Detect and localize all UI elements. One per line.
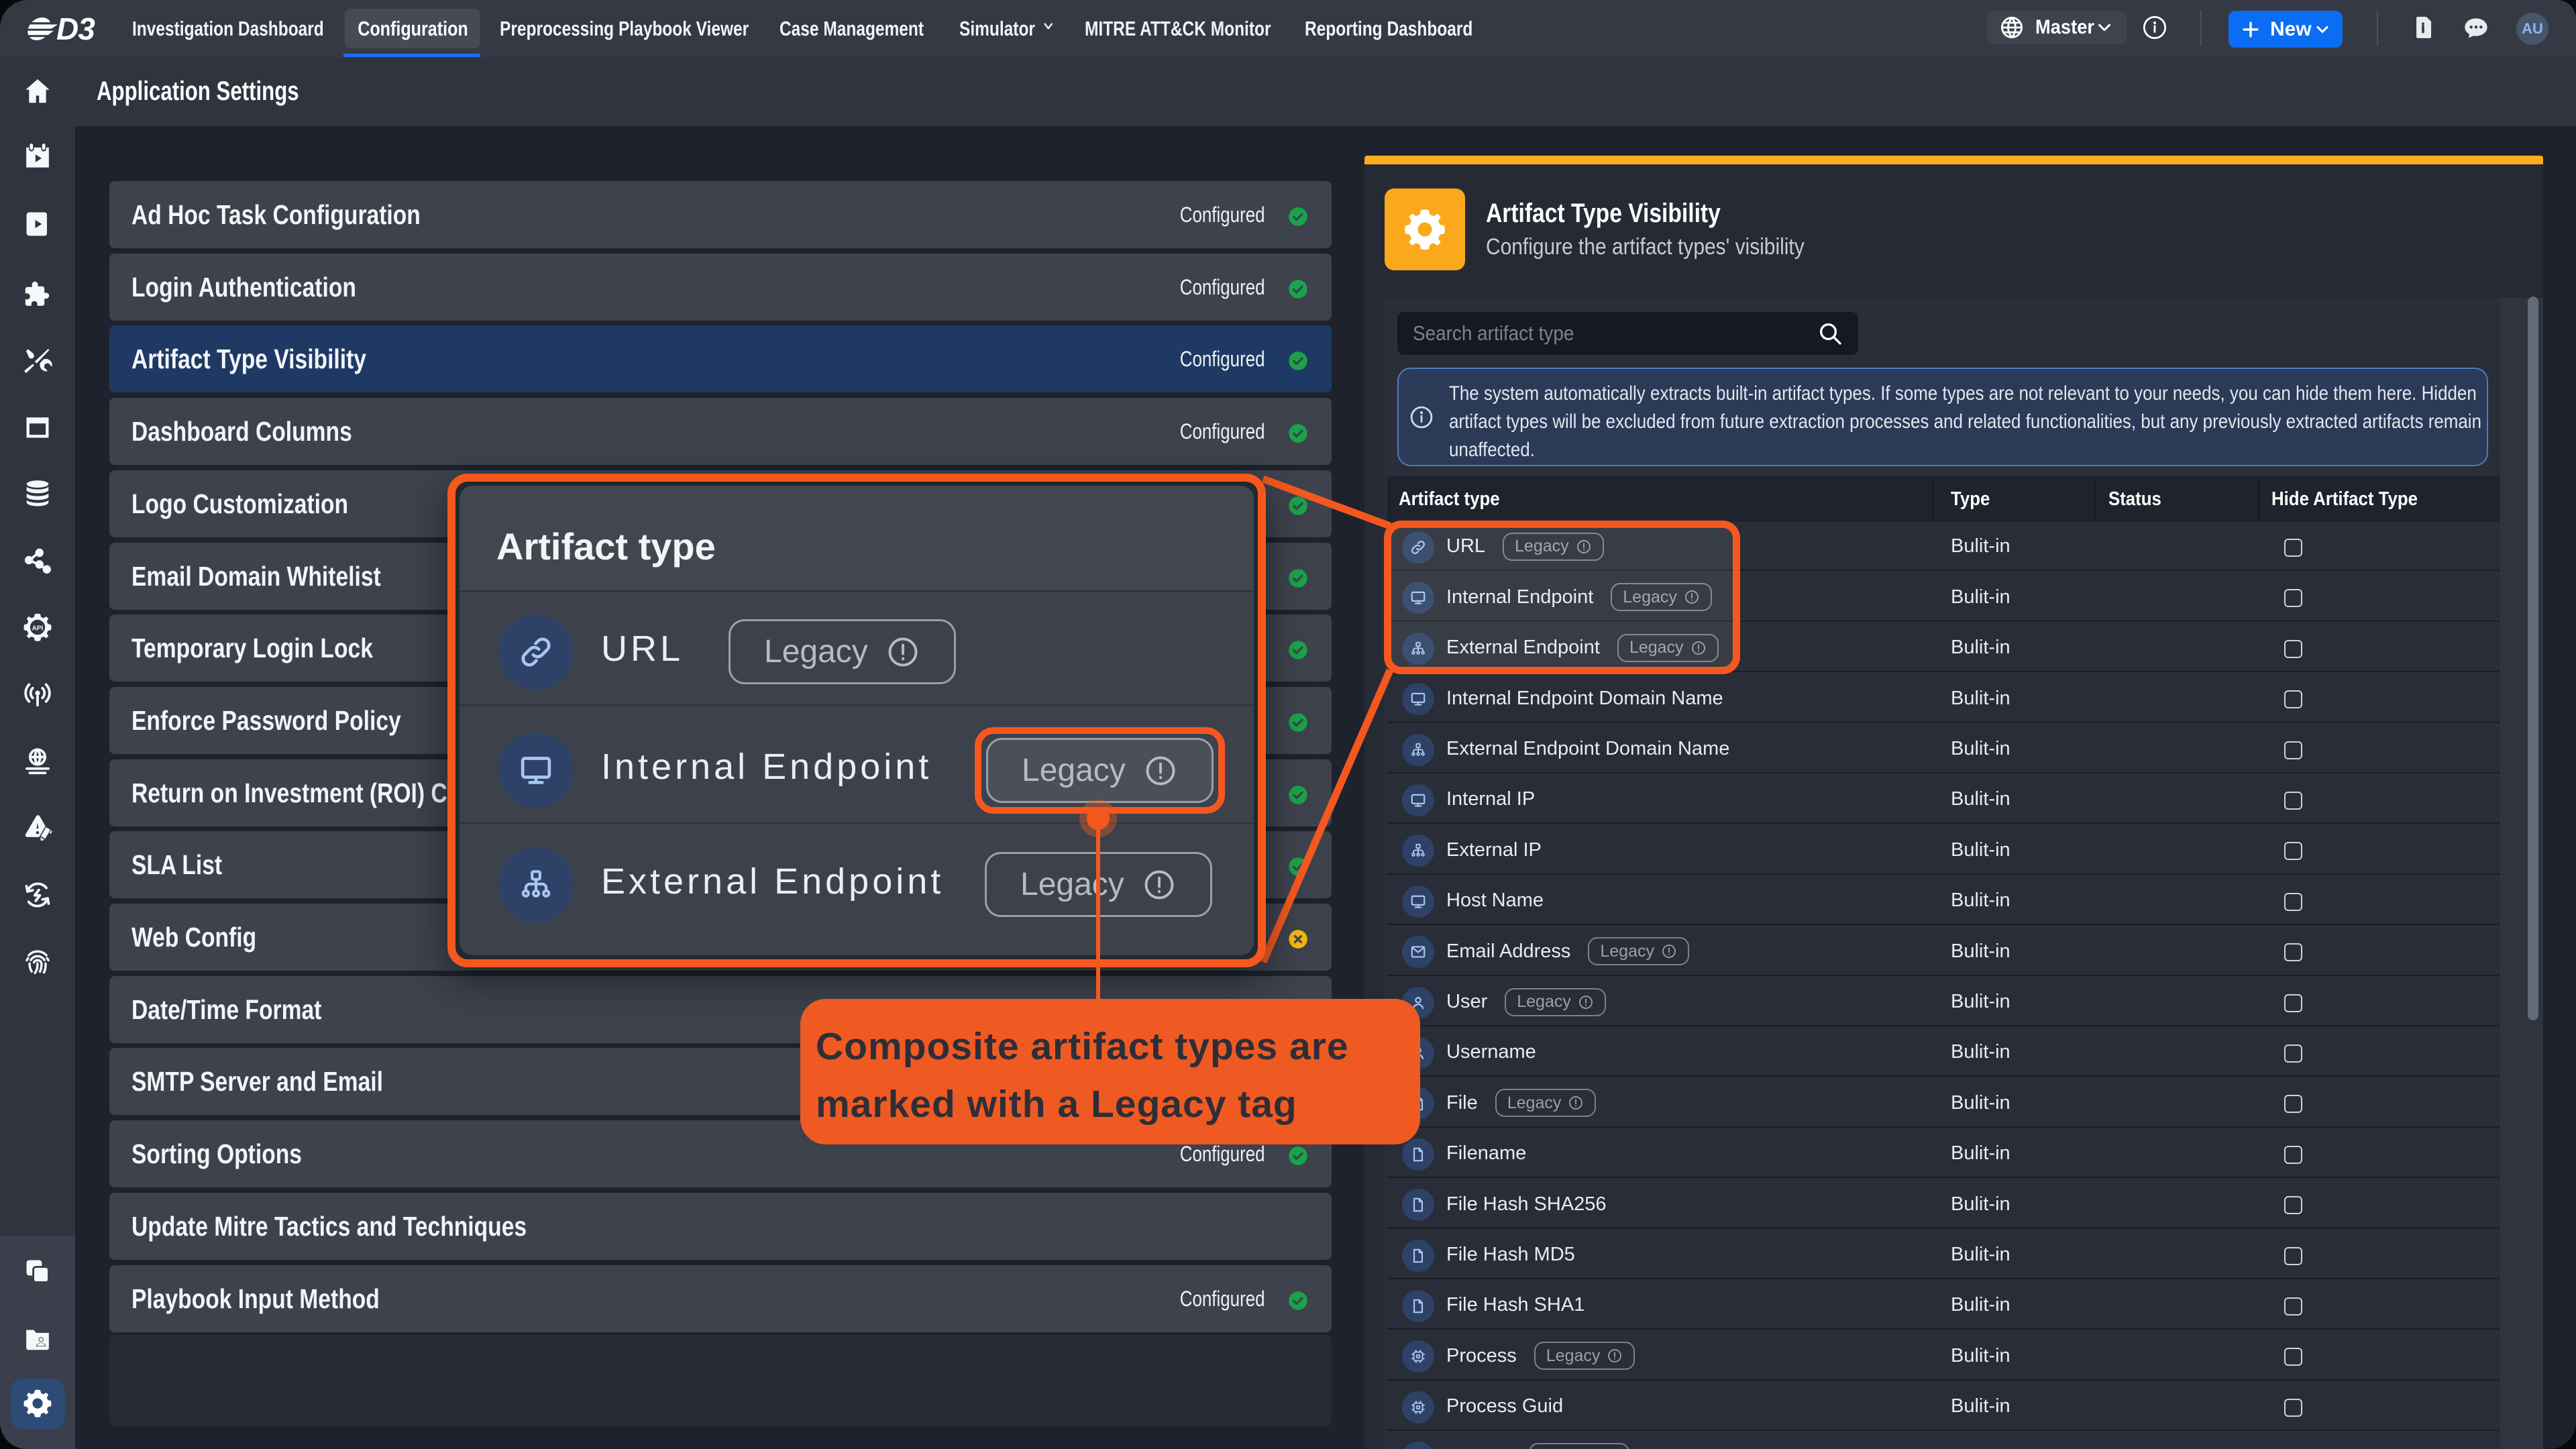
svg-text:D3: D3 <box>56 17 95 40</box>
svg-text:API: API <box>32 625 44 632</box>
